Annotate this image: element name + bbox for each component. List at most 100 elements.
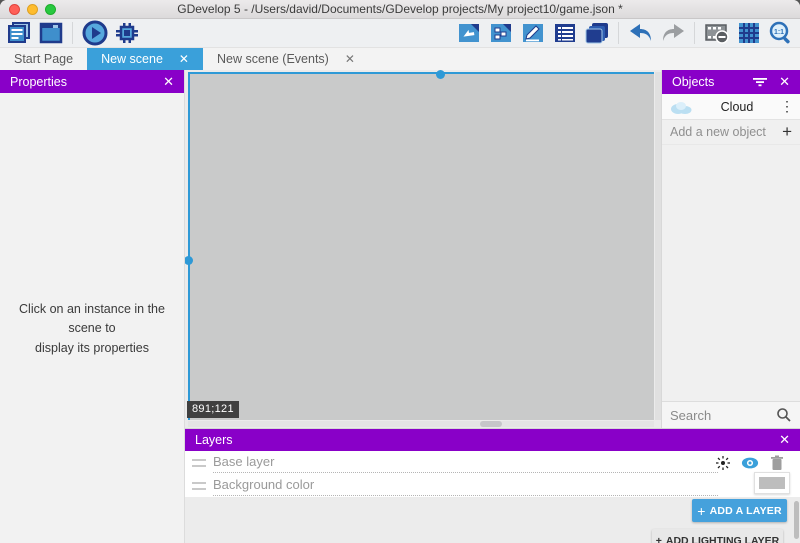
canvas-horizontal-scrollbar[interactable] [188,421,654,427]
layers-panel: Layers ✕ Base layer [185,428,800,543]
undo-icon [628,22,654,44]
properties-title: Properties [10,75,67,89]
search-icon [776,407,792,423]
layers-editor-icon [584,21,610,45]
zoom-original-icon: 1:1 [768,20,794,46]
layer-name-field[interactable]: Base layer [213,452,718,473]
objects-editor-button[interactable] [487,20,514,46]
object-name: Cloud [694,100,780,114]
properties-header: Properties ✕ [0,70,184,93]
close-icon[interactable]: ✕ [779,432,790,448]
layer-visibility-button[interactable] [741,454,759,472]
object-row-cloud[interactable]: Cloud ⋮ [662,94,800,120]
delete-icon [770,455,784,471]
add-object-label: Add a new object [670,125,766,139]
object-search-bar[interactable]: Search [662,401,800,428]
tab-new-scene-events[interactable]: New scene (Events) ✕ [203,48,369,70]
plus-icon: + [697,503,705,519]
toolbar-separator [72,22,73,44]
start-page-button[interactable] [37,20,64,46]
cloud-icon [668,99,694,115]
traffic-lights [9,4,56,15]
debug-icon [114,21,140,45]
undo-button[interactable] [627,20,654,46]
play-button[interactable] [81,20,108,46]
scene-properties-icon [521,21,545,45]
maximize-window-button[interactable] [45,4,56,15]
export-button[interactable] [455,20,482,46]
visibility-icon [741,456,759,470]
filter-icon [753,77,767,87]
filter-icon[interactable] [753,77,767,87]
layers-editor-button[interactable] [583,20,610,46]
add-object-button[interactable]: Add a new object + [662,120,800,145]
scene-canvas[interactable] [188,72,654,420]
color-swatch-value [759,477,785,489]
zoom-original-button[interactable]: 1:1 [767,20,794,46]
tab-close-icon[interactable]: ✕ [179,52,189,66]
layers-scrollbar-thumb[interactable] [794,501,799,539]
mask-toggle-icon [704,21,730,45]
object-menu-icon[interactable]: ⋮ [780,98,794,115]
layer-row-actions [714,451,786,474]
add-lighting-layer-label: ADD LIGHTING LAYER [666,535,779,543]
tab-bar: Start Page New scene ✕ New scene (Events… [0,48,800,70]
layer-row-background[interactable]: Background color [185,474,800,497]
layer-rows: Base layer [185,451,800,497]
scene-properties-button[interactable] [519,20,546,46]
project-manager-button[interactable] [5,20,32,46]
drag-handle-icon[interactable] [192,459,206,467]
grid-toggle-button[interactable] [735,20,762,46]
redo-icon [660,22,686,44]
canvas-horizontal-scrollbar-thumb[interactable] [480,421,502,427]
export-icon [457,21,481,45]
minimize-window-button[interactable] [27,4,38,15]
drag-handle-icon[interactable] [192,482,206,490]
add-layer-button[interactable]: + ADD A LAYER [692,499,787,522]
properties-hint: Click on an instance in the scene to dis… [0,300,184,358]
add-lighting-layer-button[interactable]: + ADD LIGHTING LAYER [652,529,783,543]
background-color-swatch[interactable] [754,472,790,494]
close-icon[interactable]: ✕ [779,74,790,90]
close-icon[interactable]: ✕ [163,74,174,90]
tab-start-page[interactable]: Start Page [0,48,87,70]
window-title: GDevelop 5 - /Users/david/Documents/GDev… [177,2,623,16]
tab-new-scene[interactable]: New scene ✕ [87,48,203,70]
effects-icon [715,455,731,471]
debug-button[interactable] [113,20,140,46]
svg-text:1:1: 1:1 [773,29,783,36]
search-input[interactable]: Search [670,408,776,423]
toolbar-left-group [5,20,140,46]
tab-close-icon[interactable]: ✕ [345,52,355,66]
plus-icon: + [782,122,792,142]
close-window-button[interactable] [9,4,20,15]
toolbar-separator [618,22,619,44]
main-area: Properties ✕ Click on an instance in the… [0,70,800,543]
toolbar: 1:1 [0,19,800,48]
play-icon [82,20,108,46]
properties-hint-line1: Click on an instance in the scene to [6,300,178,339]
add-layer-label: ADD A LAYER [710,505,782,517]
layer-effects-button[interactable] [714,454,732,472]
layers-title: Layers [195,433,233,447]
plus-icon: + [656,535,662,543]
objects-title: Objects [672,75,714,89]
redo-button[interactable] [659,20,686,46]
layers-header: Layers ✕ [185,429,800,451]
grid-toggle-icon [737,21,761,45]
mask-toggle-button[interactable] [703,20,730,46]
properties-panel: Properties ✕ Click on an instance in the… [0,70,185,543]
layer-name-field[interactable]: Background color [213,475,718,496]
scene-canvas-area[interactable]: 891;121 [185,70,661,428]
instances-list-button[interactable] [551,20,578,46]
tab-label: New scene (Events) [217,52,329,66]
layer-row-base[interactable]: Base layer [185,451,800,474]
resize-handle-top[interactable] [436,70,445,79]
toolbar-separator [694,22,695,44]
layer-delete-button[interactable] [768,454,786,472]
objects-header: Objects ✕ [662,70,800,94]
resize-handle-left[interactable] [185,256,193,265]
project-manager-icon [7,22,31,44]
tab-label: Start Page [14,52,73,66]
objects-editor-icon [489,21,513,45]
